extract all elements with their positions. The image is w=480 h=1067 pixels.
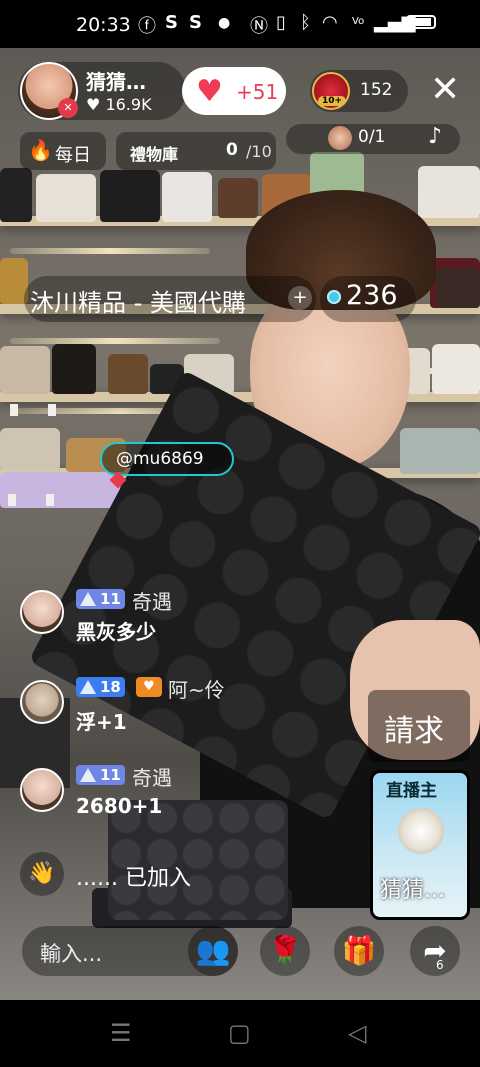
level-number: 11 bbox=[100, 766, 121, 784]
rose-icon: 🌹 bbox=[267, 934, 303, 967]
comment-placeholder: 輸入... bbox=[40, 942, 103, 966]
heart-icon: ♥ bbox=[196, 74, 223, 109]
heart-small-icon: ♥ bbox=[86, 95, 101, 114]
level-badge: 18 bbox=[76, 677, 125, 697]
rank-avatar bbox=[328, 126, 352, 150]
level-icon bbox=[80, 680, 96, 694]
level-icon bbox=[80, 768, 96, 782]
vibrate-icon: ▯ bbox=[276, 12, 286, 33]
close-icon[interactable]: ✕ bbox=[430, 70, 460, 110]
flame-icon: 🔥 bbox=[28, 138, 53, 162]
mic-muted-icon: ✕ bbox=[58, 98, 78, 118]
bluetooth-icon: ᛒ bbox=[300, 12, 311, 33]
nfc-icon: Ⓝ bbox=[250, 16, 268, 37]
chat-username: 奇遇 bbox=[132, 766, 172, 790]
rank-count: 0/1 bbox=[358, 127, 386, 147]
plus-icon[interactable]: + bbox=[288, 286, 312, 310]
dot-icon: ● bbox=[218, 15, 231, 31]
people-icon: 👥 bbox=[195, 934, 231, 967]
host-mini-name: 猜猜... bbox=[380, 878, 445, 903]
gift-library-label: 禮物庫 bbox=[130, 145, 179, 164]
wifi-icon: ◠ bbox=[322, 12, 338, 33]
level-number: 11 bbox=[100, 590, 121, 608]
battery-icon bbox=[406, 15, 436, 29]
gift-icon: 🎁 bbox=[341, 934, 377, 967]
chat-message: 浮+1 bbox=[76, 710, 127, 734]
level-badge: 11 bbox=[76, 589, 125, 609]
status-time: 20:33 bbox=[76, 14, 131, 36]
gift-button[interactable]: 🎁 bbox=[334, 926, 384, 976]
viewer-count: 152 bbox=[360, 80, 393, 100]
facebook-icon: ⓕ bbox=[138, 16, 156, 37]
tiktok-icon: ♪ bbox=[428, 124, 443, 149]
back-icon[interactable]: ◁ bbox=[348, 1019, 366, 1047]
s-icon: S bbox=[189, 12, 202, 33]
menu-icon[interactable]: ☰ bbox=[110, 1019, 132, 1047]
mention-text: @mu6869 bbox=[116, 449, 204, 469]
gem-icon bbox=[327, 290, 341, 304]
chat-message: 黑灰多少 bbox=[76, 620, 156, 644]
level-number: 18 bbox=[100, 678, 121, 696]
host-mini-tag: 直播主 bbox=[386, 781, 437, 801]
gem-count: 236 bbox=[346, 280, 398, 311]
shop-name: 沐川精品 - 美國代購 bbox=[30, 289, 246, 317]
level-badge: 11 bbox=[76, 765, 125, 785]
chat-message: 2680+1 bbox=[76, 794, 163, 818]
level-icon bbox=[80, 592, 96, 606]
multi-guest-button[interactable]: 👥 bbox=[188, 926, 238, 976]
joined-message: ...... 已加入 bbox=[76, 866, 191, 891]
chat-avatar[interactable] bbox=[20, 590, 64, 634]
share-count: 6 bbox=[436, 958, 444, 972]
s-icon: S bbox=[165, 12, 178, 33]
chat-avatar[interactable] bbox=[20, 768, 64, 812]
chat-avatar[interactable] bbox=[20, 680, 64, 724]
volte-icon: Vo bbox=[352, 16, 365, 27]
share-button[interactable]: ➦ bbox=[410, 926, 460, 976]
wave-hand-icon: 👋 bbox=[20, 852, 64, 896]
host-likes-count: 16.9K bbox=[105, 95, 152, 114]
gift-library-count: 0 bbox=[226, 140, 238, 160]
rose-gift-button[interactable]: 🌹 bbox=[260, 926, 310, 976]
viewer-badge: 10+ bbox=[318, 96, 347, 106]
home-icon[interactable]: ▢ bbox=[228, 1019, 251, 1047]
request-label: 請求 bbox=[384, 714, 444, 749]
fan-badge-icon: ♥ bbox=[136, 677, 162, 697]
gift-library-total: /10 bbox=[246, 142, 272, 161]
host-name: 猜猜… bbox=[86, 70, 146, 94]
chat-username: 阿~伶 bbox=[168, 678, 225, 702]
daily-label: 每日 bbox=[55, 145, 91, 166]
chat-username: 奇遇 bbox=[132, 590, 172, 614]
host-likes: ♥ 16.9K bbox=[86, 95, 152, 114]
goat-icon bbox=[398, 808, 444, 854]
follow-count: +51 bbox=[236, 80, 279, 104]
